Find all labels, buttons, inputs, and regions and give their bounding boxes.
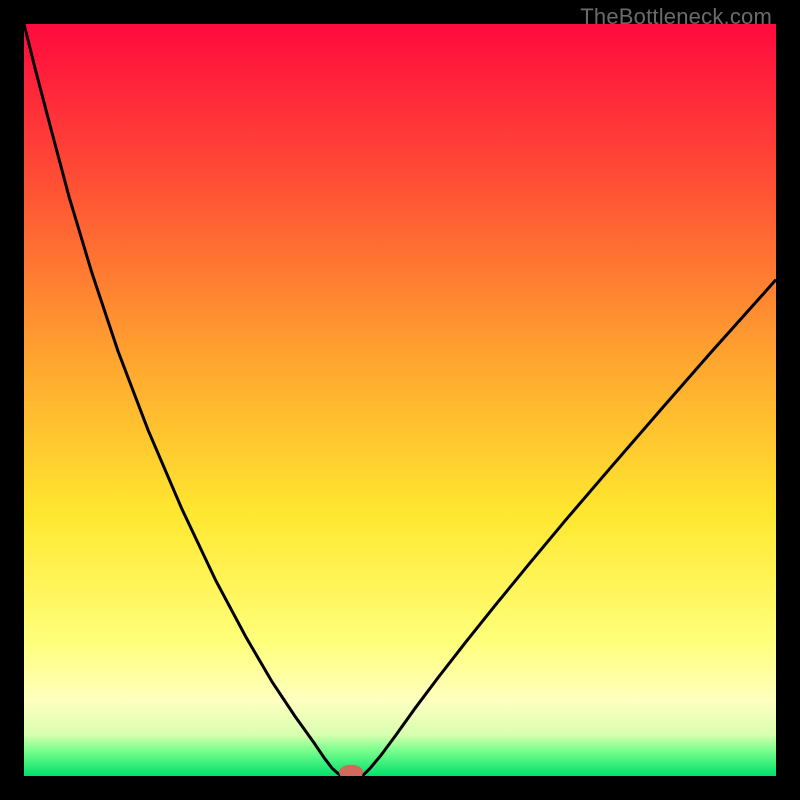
watermark-label: TheBottleneck.com [580, 4, 772, 30]
chart-frame [24, 24, 776, 776]
bottleneck-chart [24, 24, 776, 776]
